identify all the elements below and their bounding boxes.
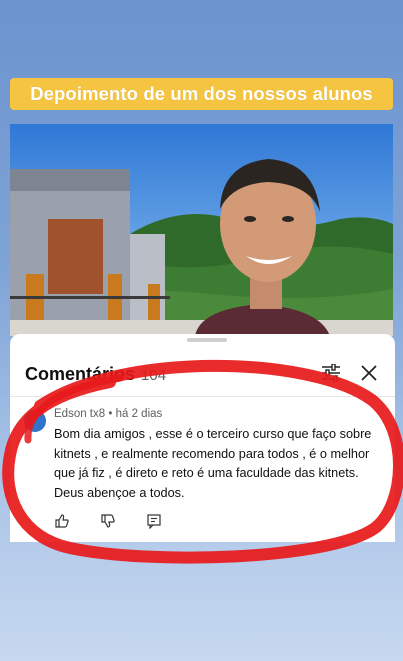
comment-actions [54,512,192,530]
header-divider [10,396,395,397]
banner-text: Depoimento de um dos nossos alunos [30,83,373,104]
close-icon[interactable] [359,363,379,383]
video-frame [10,124,393,336]
comment-meta: Edson tx8 • há 2 dias [54,408,162,420]
comment-time: há 2 dias [115,408,163,420]
comments-sheet: Comentários 104 Edson tx8 • há 2 dias Bo… [10,334,395,542]
meta-separator: • [108,408,116,420]
comments-count: 104 [141,366,167,384]
comment-text: Bom dia amigos , esse é o terceiro curso… [54,427,372,500]
reply-icon[interactable] [146,513,162,529]
filter-icon[interactable] [321,364,341,382]
story-banner: Depoimento de um dos nossos alunos [10,78,393,110]
dislike-icon[interactable] [100,513,116,529]
like-icon[interactable] [54,513,70,529]
comment-author[interactable]: Edson tx8 [54,408,105,420]
sheet-handle[interactable] [187,338,227,342]
video-scene [10,159,393,336]
comments-title: Comentários [25,363,136,384]
avatar[interactable] [24,410,46,432]
